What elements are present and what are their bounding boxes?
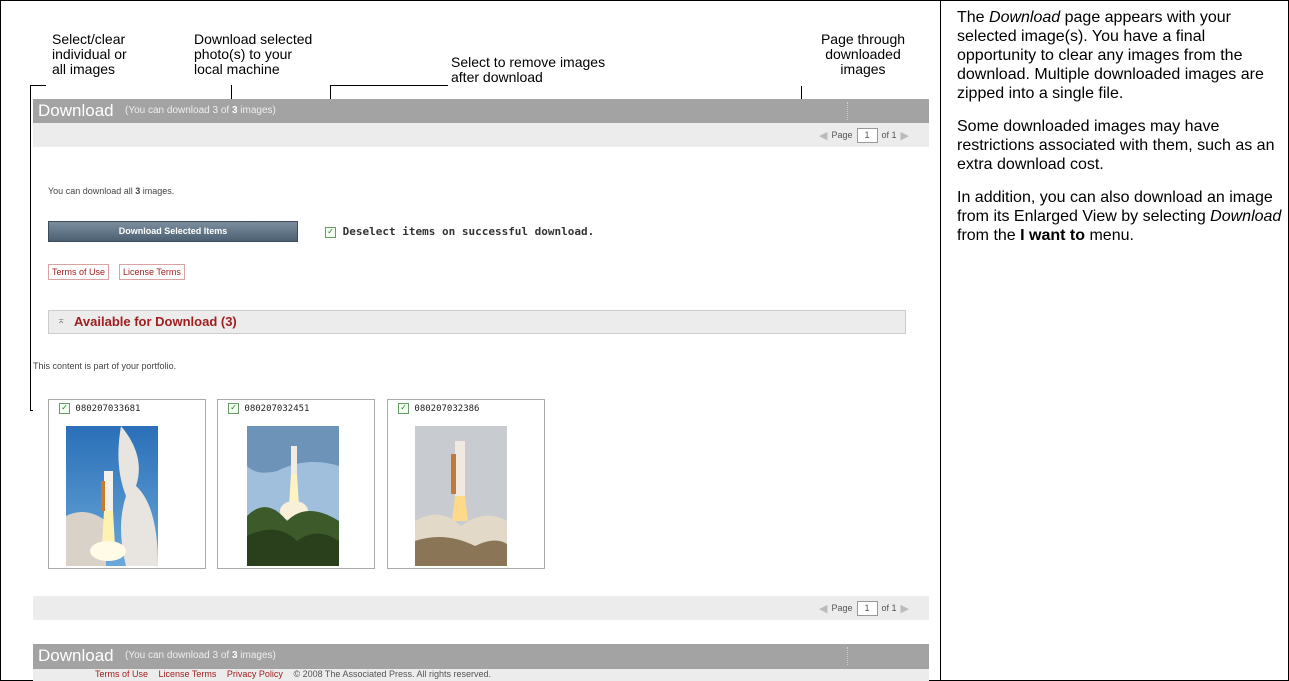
download-page: Download (You can download 3 of 3 images… <box>33 99 929 681</box>
page-number-input[interactable]: 1 <box>856 600 878 616</box>
screenshot-panel: Select/clear individual or all images Do… <box>0 0 940 681</box>
image-id: 080207033681 <box>75 404 141 414</box>
image-card: ✓ 080207032386 <box>387 399 545 569</box>
image-checkbox[interactable]: ✓ <box>228 403 239 414</box>
image-id: 080207032386 <box>414 404 480 414</box>
footer-title: Download <box>38 646 114 665</box>
bottom-pager: ◀ Page 1 of 1 ▶ <box>819 599 909 617</box>
callout-download-selected: Download selected photo(s) to your local… <box>194 31 313 77</box>
terms-of-use-button[interactable]: Terms of Use <box>48 264 110 280</box>
section-title: Available for Download (3) <box>74 314 237 329</box>
page-number-input[interactable]: 1 <box>856 127 878 143</box>
top-pager: ◀ Page 1 of 1 ▶ <box>819 126 909 144</box>
bottom-toolbar: ◀ Page 1 of 1 ▶ <box>33 596 929 620</box>
portfolio-note: This content is part of your portfolio. <box>33 361 177 371</box>
image-thumbnail[interactable] <box>66 426 158 566</box>
description-p1: The Download page appears with your sele… <box>957 9 1264 102</box>
footer-copyright: © 2008 The Associated Press. All rights … <box>293 669 492 679</box>
image-thumbnail[interactable] <box>247 426 339 566</box>
page-label: Page <box>831 603 853 613</box>
collapse-icon[interactable]: ⌅ <box>57 315 65 326</box>
next-page-icon[interactable]: ▶ <box>901 602 909 615</box>
image-checkbox[interactable]: ✓ <box>59 403 70 414</box>
image-thumbnail[interactable] <box>415 426 507 566</box>
leader-select-v <box>30 85 31 410</box>
image-card: ✓ 080207032451 <box>217 399 375 569</box>
footer-grip <box>847 647 849 665</box>
leader-select-h <box>30 85 46 86</box>
deselect-checkbox[interactable]: ✓ <box>325 226 336 238</box>
image-select[interactable]: ✓ 080207032386 <box>398 403 479 414</box>
page-of-label: of 1 <box>881 130 897 140</box>
titlebar-grip <box>847 102 849 120</box>
image-card: ✓ 080207033681 <box>48 399 206 569</box>
next-page-icon[interactable]: ▶ <box>901 129 909 142</box>
available-section-header[interactable]: ⌅ Available for Download (3) <box>48 310 906 334</box>
top-toolbar: ◀ Page 1 of 1 ▶ <box>33 123 929 147</box>
download-count-subtitle: (You can download 3 of 3 images) <box>125 105 276 116</box>
site-footer: Terms of Use License Terms Privacy Polic… <box>33 669 929 681</box>
leader-remove-h <box>330 85 448 86</box>
prev-page-icon[interactable]: ◀ <box>819 129 827 142</box>
callout-select-clear: Select/clear individual or all images <box>52 31 127 77</box>
footer-license-link[interactable]: License Terms <box>159 669 217 679</box>
image-select[interactable]: ✓ 080207032451 <box>228 403 309 414</box>
footer-terms-link[interactable]: Terms of Use <box>95 669 148 679</box>
image-checkbox[interactable]: ✓ <box>398 403 409 414</box>
image-id: 080207032451 <box>244 404 310 414</box>
download-footer-bar: Download (You can download 3 of 3 images… <box>33 644 929 669</box>
description-p3: In addition, you can also download an im… <box>957 189 1282 244</box>
prev-page-icon[interactable]: ◀ <box>819 602 827 615</box>
page-of-label: of 1 <box>881 603 897 613</box>
download-selected-button[interactable]: Download Selected Items <box>48 221 298 242</box>
page-label: Page <box>831 130 853 140</box>
page-title: Download <box>38 101 114 120</box>
download-info-text: You can download all 3 images. <box>48 186 175 196</box>
download-titlebar: Download (You can download 3 of 3 images… <box>33 99 929 123</box>
deselect-label: Deselect items on successful download. <box>342 225 595 238</box>
callout-remove-after: Select to remove images after download <box>451 54 606 85</box>
image-select[interactable]: ✓ 080207033681 <box>59 403 140 414</box>
license-terms-button[interactable]: License Terms <box>119 264 185 280</box>
deselect-option[interactable]: ✓ Deselect items on successful download. <box>325 225 594 238</box>
description-panel: The Download page appears with your sele… <box>957 8 1287 259</box>
description-p2: Some downloaded images may have restrict… <box>957 118 1275 173</box>
callout-page-through: Page through downloaded images <box>820 31 906 77</box>
footer-count-subtitle: (You can download 3 of 3 images) <box>125 650 276 661</box>
column-divider <box>940 0 941 681</box>
footer-privacy-link[interactable]: Privacy Policy <box>227 669 283 679</box>
